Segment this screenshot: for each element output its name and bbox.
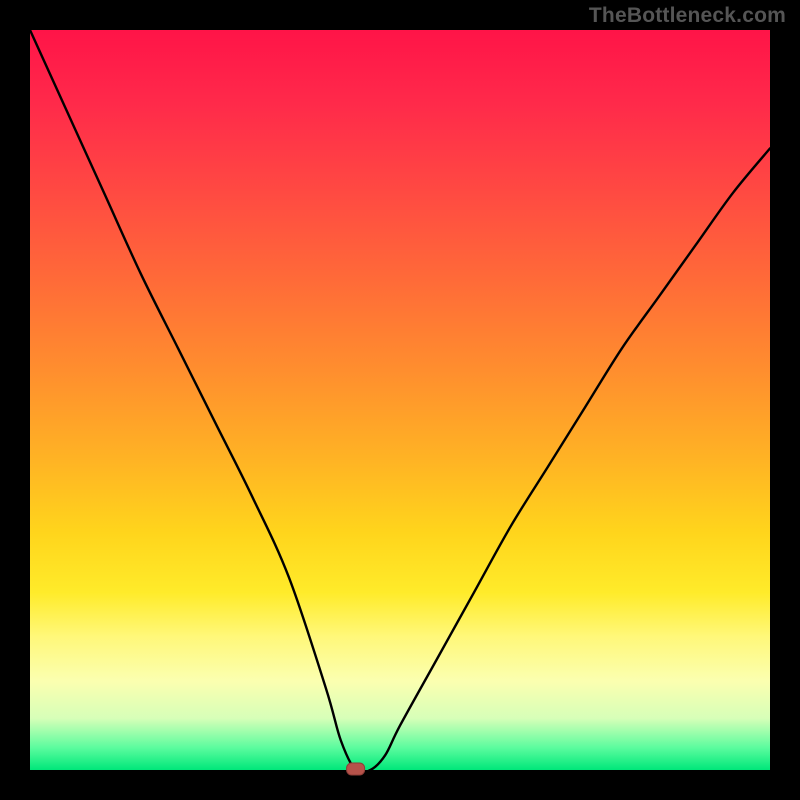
chart-frame: TheBottleneck.com xyxy=(0,0,800,800)
watermark-text: TheBottleneck.com xyxy=(589,4,786,28)
bottleneck-curve xyxy=(30,30,770,773)
plot-area xyxy=(30,30,770,770)
chart-svg xyxy=(30,30,770,770)
minimum-marker xyxy=(347,763,365,775)
